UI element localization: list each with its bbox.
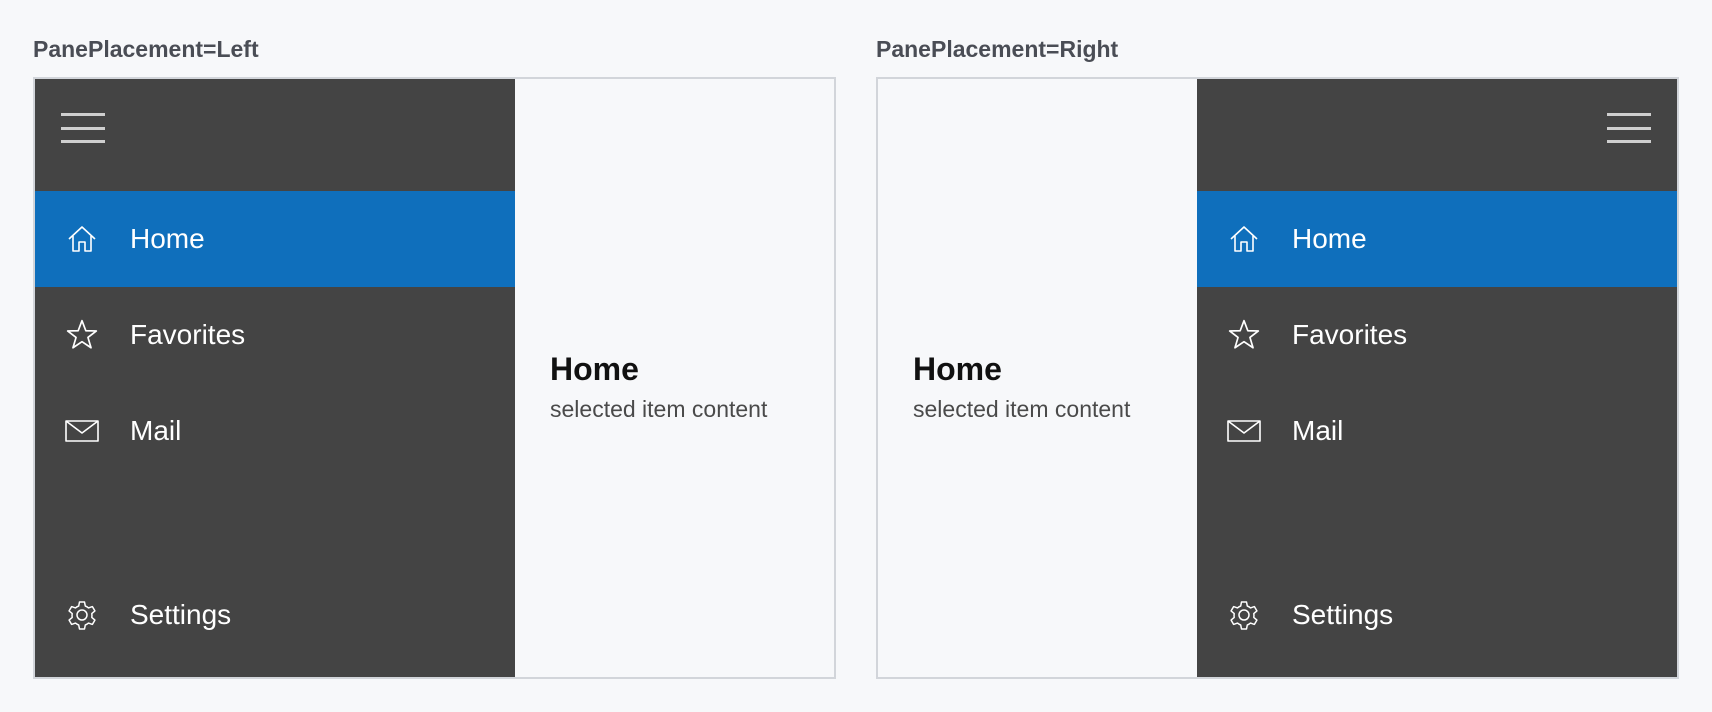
content-title: Home [550,351,639,387]
hamburger-menu-icon[interactable] [1607,113,1651,143]
star-icon [1226,317,1262,353]
demo-caption: PanePlacement=Right [876,36,1119,62]
content-subtitle: selected item content [550,396,768,422]
navigation-view-frame: Home Favorites Mail Settings Home select… [33,77,836,679]
nav-item-home[interactable]: Home [35,191,515,287]
nav-item-mail[interactable]: Mail [1197,383,1677,479]
navigation-pane: Home Favorites Mail Settings [35,79,515,677]
nav-item-label: Settings [1292,599,1394,630]
content-title: Home [913,351,1002,387]
home-icon [1226,221,1262,257]
nav-item-mail[interactable]: Mail [35,383,515,479]
mail-icon [64,413,100,449]
nav-item-label: Home [1292,223,1367,254]
nav-item-label: Settings [130,599,232,630]
content-area: Home selected item content [515,79,834,677]
nav-item-settings[interactable]: Settings [35,567,515,663]
nav-item-label: Home [130,223,205,254]
nav-item-favorites[interactable]: Favorites [35,287,515,383]
nav-item-label: Favorites [1292,319,1408,350]
nav-item-label: Mail [130,415,182,446]
nav-item-settings[interactable]: Settings [1197,567,1677,663]
star-icon [64,317,100,353]
gear-icon [1226,597,1262,633]
content-area: Home selected item content [878,79,1197,677]
hamburger-menu-icon[interactable] [61,113,105,143]
nav-item-label: Mail [1292,415,1344,446]
navigation-pane: Home Favorites Mail Settings [1197,79,1677,677]
nav-item-home[interactable]: Home [1197,191,1677,287]
nav-item-favorites[interactable]: Favorites [1197,287,1677,383]
demo-caption: PanePlacement=Left [33,36,259,62]
navigation-view-frame: Home selected item content Home Favorite… [876,77,1679,679]
home-icon [64,221,100,257]
mail-icon [1226,413,1262,449]
gear-icon [64,597,100,633]
content-subtitle: selected item content [913,396,1131,422]
nav-item-label: Favorites [130,319,246,350]
